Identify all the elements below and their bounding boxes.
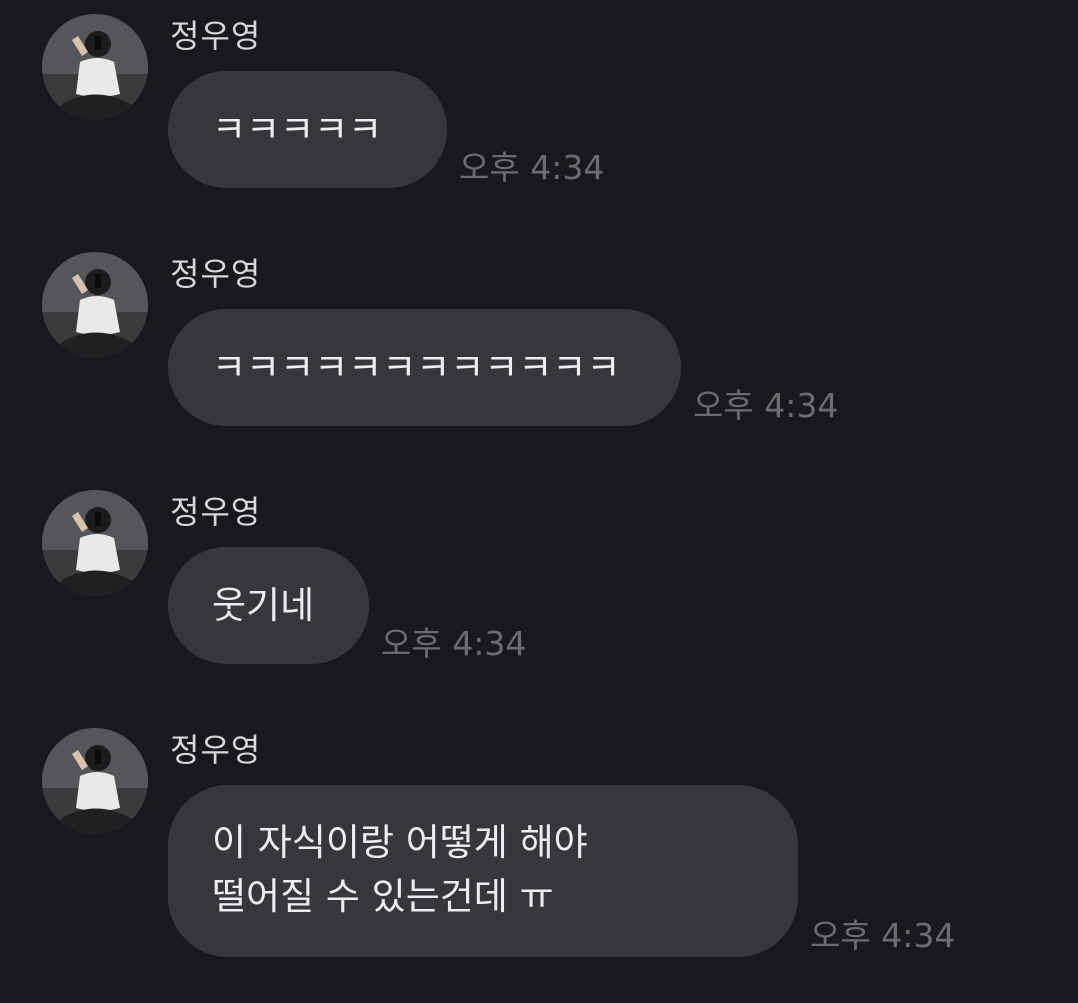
avatar[interactable]: [42, 728, 148, 834]
profile-photo-icon: [42, 728, 148, 834]
message-time: 오후 4:34: [810, 916, 956, 955]
chat-view: 정우영 ㅋㅋㅋㅋㅋ 오후 4:34 정우영 ㅋㅋㅋㅋㅋㅋㅋㅋㅋㅋㅋㅋ 오후 4:…: [0, 0, 1078, 1003]
message-bubble[interactable]: 웃기네: [168, 547, 369, 664]
message-bubble[interactable]: ㅋㅋㅋㅋㅋ: [168, 71, 447, 188]
sender-name: 정우영: [170, 731, 262, 769]
message-time: 오후 4:34: [381, 624, 527, 663]
message-time: 오후 4:34: [693, 386, 839, 425]
sender-name: 정우영: [170, 255, 262, 293]
message-bubble[interactable]: ㅋㅋㅋㅋㅋㅋㅋㅋㅋㅋㅋㅋ: [168, 309, 681, 426]
avatar[interactable]: [42, 252, 148, 358]
avatar[interactable]: [42, 490, 148, 596]
message-time: 오후 4:34: [459, 148, 605, 187]
profile-photo-icon: [42, 14, 148, 120]
profile-photo-icon: [42, 490, 148, 596]
profile-photo-icon: [42, 252, 148, 358]
avatar[interactable]: [42, 14, 148, 120]
sender-name: 정우영: [170, 493, 262, 531]
sender-name: 정우영: [170, 17, 262, 55]
message-bubble[interactable]: 이 자식이랑 어떻게 해야 떨어질 수 있는건데 ㅠ: [168, 785, 798, 957]
